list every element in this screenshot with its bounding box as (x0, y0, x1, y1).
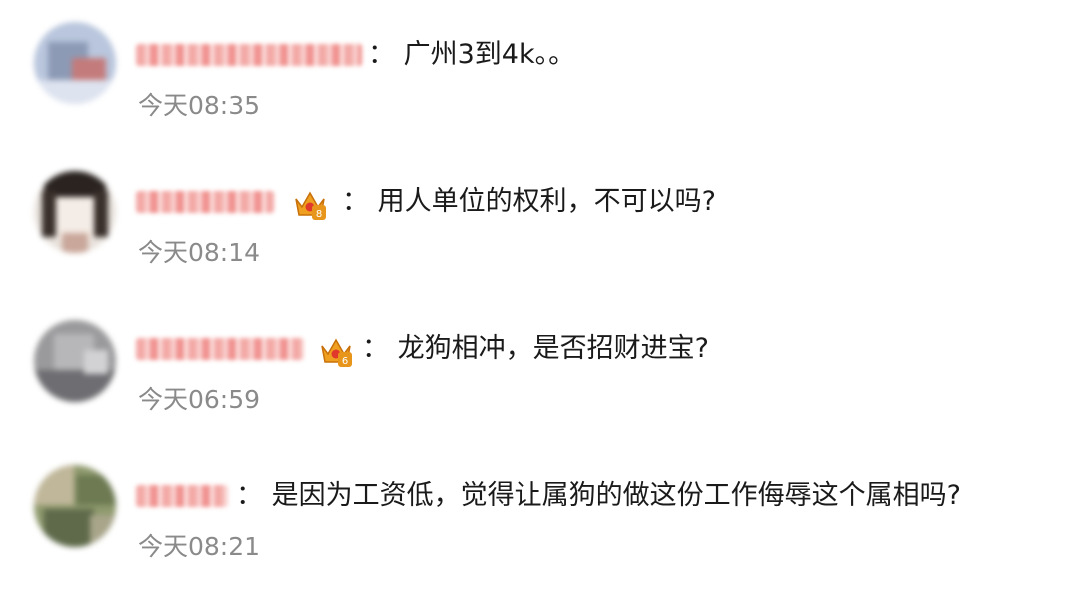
comment-timestamp: 今天06:59 (138, 385, 261, 414)
crown-badge-icon: 8 (295, 191, 326, 220)
crown-badge-icon: 6 (321, 338, 352, 367)
comment-text: ： 广州3到4k。。 (368, 39, 576, 70)
comment-timestamp: 今天08:14 (138, 238, 261, 267)
comment-text: ： 用人单位的权利，不可以吗? (342, 186, 716, 217)
comment-item: 8 ： 用人单位的权利，不可以吗? 今天08:14 (0, 157, 1080, 297)
username-blurred[interactable] (136, 191, 274, 213)
comment-text: ： 是因为工资低，觉得让属狗的做这份工作侮辱这个属相吗? (236, 480, 961, 511)
avatar[interactable] (34, 22, 116, 104)
svg-text:6: 6 (342, 356, 348, 367)
username-blurred[interactable] (136, 485, 228, 507)
svg-text:8: 8 (316, 209, 322, 220)
username-blurred[interactable] (136, 44, 362, 66)
comment-text: ： 龙狗相冲，是否招财进宝? (362, 333, 709, 364)
avatar[interactable] (34, 465, 116, 547)
comment-timestamp: 今天08:35 (138, 91, 261, 120)
avatar[interactable] (34, 320, 116, 402)
comment-item: 6 ： 龙狗相冲，是否招财进宝? 今天06:59 (0, 304, 1080, 444)
avatar[interactable] (34, 171, 116, 253)
username-blurred[interactable] (136, 338, 304, 360)
comment-timestamp: 今天08:21 (138, 532, 261, 561)
comment-item: ： 是因为工资低，觉得让属狗的做这份工作侮辱这个属相吗? 今天08:21 (0, 451, 1080, 591)
comment-item: ： 广州3到4k。。 今天08:35 (0, 10, 1080, 150)
